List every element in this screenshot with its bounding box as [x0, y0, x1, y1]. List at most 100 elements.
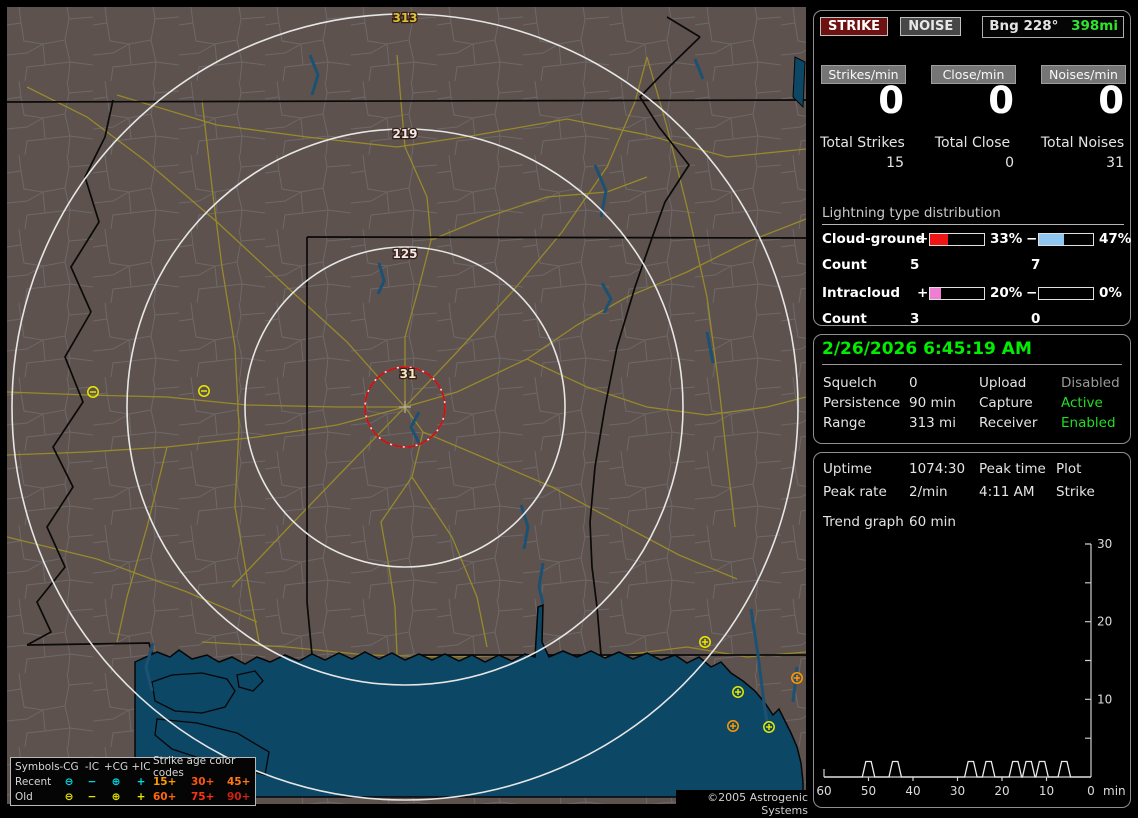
count-label: Count [822, 257, 867, 273]
ic-plus-bar-fill [930, 288, 941, 299]
upload-status: Disabled [1061, 375, 1120, 391]
capture-status: Active [1061, 395, 1103, 411]
pos-cg-old-icon: ⊕ [111, 790, 121, 803]
trend-y-tick-label: 10 [1097, 692, 1112, 706]
plot-label: Plot [1056, 461, 1082, 477]
ic-plus-count: 3 [910, 311, 920, 327]
cg-plus-bar-fill [930, 234, 948, 245]
age-60: 60+ [153, 790, 177, 803]
ring-label-125: 125 [392, 247, 417, 261]
trend-x-tick-label: 30 [950, 784, 965, 798]
receiver-label: Receiver [979, 415, 1038, 431]
distribution-header: Lightning type distribution [822, 205, 1124, 225]
neg-ic-old-icon: − [87, 790, 97, 803]
datetime-display: 2/26/2026 6:45:19 AM [822, 339, 1122, 365]
cg-minus-bar [1038, 233, 1094, 246]
trend-x-unit-label: min [1103, 784, 1126, 798]
intracloud-row: Intracloud + 20% − 0% [822, 285, 1124, 301]
trend-y-tick-label: 30 [1097, 537, 1112, 551]
total-close-label: Total Close [934, 135, 1011, 151]
trend-x-tick-label: 60 [816, 784, 831, 798]
legend-header-pos-cg: +CG [103, 760, 129, 773]
close-rate-value: 0 [988, 79, 1014, 122]
legend-header-neg-cg: -CG [59, 760, 79, 773]
legend-header-pos-ic: +IC [131, 760, 151, 773]
upload-label: Upload [979, 375, 1027, 391]
plus-sign: + [917, 231, 929, 247]
trend-y-tick-label: 20 [1097, 615, 1112, 629]
legend-symbols-header: Symbols [15, 760, 60, 773]
ic-minus-pct: 0% [1099, 285, 1122, 301]
trend-line [824, 760, 1091, 778]
cg-plus-pct: 33% [990, 231, 1023, 247]
peak-rate-value: 2/min [909, 484, 948, 500]
pos-ic-old-icon: + [136, 790, 146, 803]
pos-ic-recent-icon: + [136, 775, 146, 788]
range-value: 313 mi [909, 415, 956, 431]
trend-graph: 30 20 10 60 50 40 30 20 10 0 min [816, 537, 1126, 798]
cg-minus-bar-fill [1039, 234, 1065, 245]
strike-stats-panel: STRIKE NOISE Bng 228° 398mi Strikes/min … [813, 10, 1131, 327]
cg-plus-count: 5 [910, 257, 920, 273]
lightning-map[interactable]: 313 219 125 31 [7, 7, 806, 804]
age-45: 45+ [227, 775, 251, 788]
age-30: 30+ [191, 775, 215, 788]
total-strikes-value: 15 [886, 155, 904, 171]
ring-label-31: 31 [400, 367, 417, 381]
copyright-text: ©2005 Astrogenic Systems [676, 790, 810, 818]
total-strikes-label: Total Strikes [820, 135, 905, 151]
minus-sign: − [1026, 285, 1038, 301]
range-label: Range [823, 415, 866, 431]
cg-plus-bar [929, 233, 985, 246]
intracloud-count-row: Count 3 0 [822, 311, 1124, 327]
peak-time-value: 4:11 AM [979, 484, 1035, 500]
trend-x-tick-label: 0 [1087, 784, 1095, 798]
squelch-label: Squelch [823, 375, 877, 391]
total-close-value: 0 [1005, 155, 1014, 171]
age-75: 75+ [191, 790, 215, 803]
trend-x-tick-label: 20 [994, 784, 1009, 798]
total-noises-label: Total Noises [1040, 135, 1125, 151]
info-trend-panel: Uptime 1074:30 Peak time Plot Peak rate … [813, 452, 1131, 808]
uptime-value: 1074:30 [909, 461, 966, 477]
bearing-value: Bng 228° [989, 18, 1059, 34]
trend-x-tick-label: 40 [905, 784, 920, 798]
cloud-ground-row: Cloud-ground + 33% − 47% [822, 231, 1131, 247]
persistence-value: 90 min [909, 395, 956, 411]
noise-button[interactable]: NOISE [900, 17, 962, 36]
ring-label-219: 219 [392, 127, 417, 141]
trend-x-tick-label: 10 [1039, 784, 1054, 798]
squelch-value: 0 [909, 375, 918, 391]
total-noises-value: 31 [1106, 155, 1124, 171]
bearing-range: 398mi [1071, 18, 1118, 34]
receiver-status: Enabled [1061, 415, 1116, 431]
ic-minus-bar [1038, 287, 1094, 300]
legend-row-old-label: Old [15, 790, 33, 803]
trend-axes [823, 543, 1092, 781]
ic-plus-pct: 20% [990, 285, 1023, 301]
cloud-ground-label: Cloud-ground [822, 231, 926, 247]
peak-time-label: Peak time [979, 461, 1046, 477]
noises-rate-value: 0 [1098, 79, 1124, 122]
map-legend: Symbols -CG -IC +CG +IC Strike age color… [10, 755, 256, 806]
age-90: 90+ [227, 790, 251, 803]
plot-mode-value: Strike [1056, 484, 1095, 500]
strikes-rate-value: 0 [878, 79, 904, 122]
status-panel: 2/26/2026 6:45:19 AM Squelch 0 Upload Di… [813, 334, 1131, 444]
legend-row-recent-label: Recent [15, 775, 52, 788]
neg-ic-recent-icon: − [87, 775, 97, 788]
ic-plus-bar [929, 287, 985, 300]
trend-x-tick-label: 50 [861, 784, 876, 798]
cloud-ground-count-row: Count 5 7 [822, 257, 1124, 273]
plus-sign: + [917, 285, 929, 301]
persistence-label: Persistence [823, 395, 901, 411]
legend-header-neg-ic: -IC [84, 760, 100, 773]
pos-cg-recent-icon: ⊕ [111, 775, 121, 788]
neg-cg-recent-icon: ⊖ [64, 775, 74, 788]
cg-minus-count: 7 [1031, 257, 1041, 273]
intracloud-label: Intracloud [822, 285, 901, 301]
peak-rate-label: Peak rate [823, 484, 887, 500]
ring-label-313: 313 [392, 11, 417, 25]
count-label: Count [822, 311, 867, 327]
strike-button[interactable]: STRIKE [820, 17, 889, 36]
